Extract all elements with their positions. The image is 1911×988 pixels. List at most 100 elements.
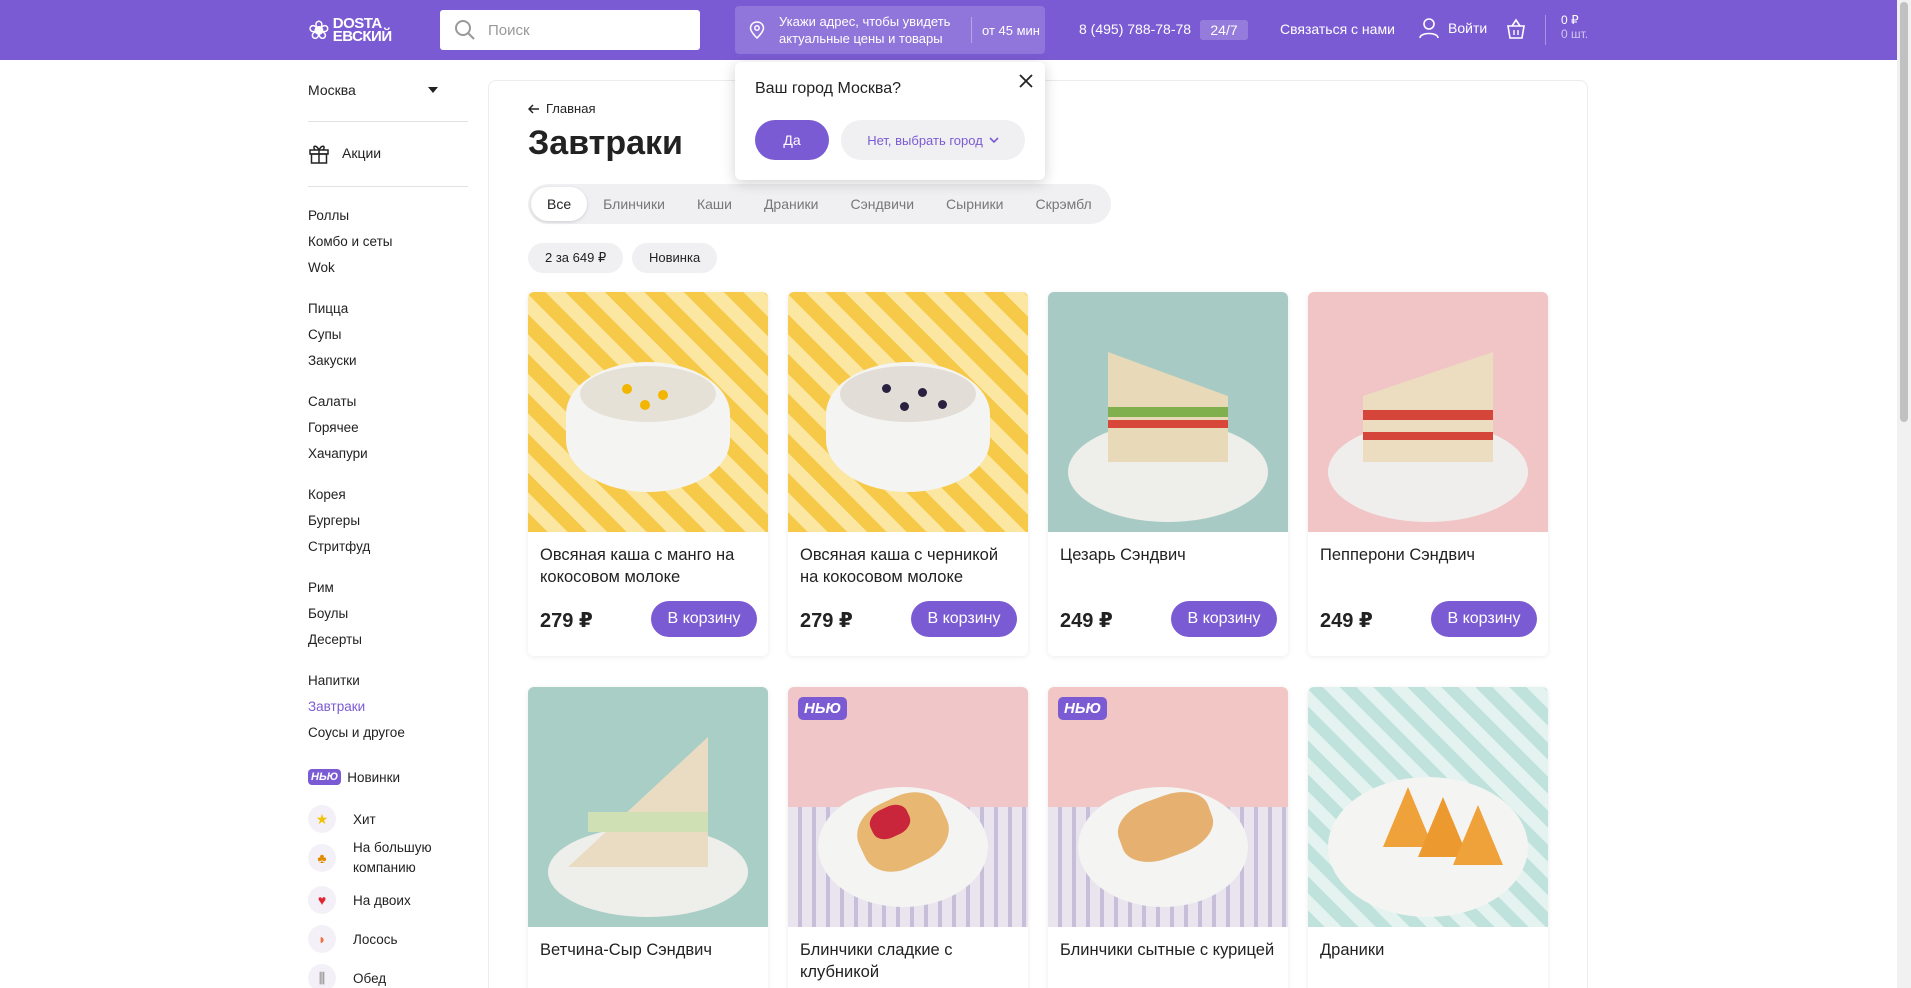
sidebar-item-hit[interactable]: ★ Хит	[308, 805, 376, 833]
sidebar-item-sauces[interactable]: Соусы и другое	[308, 720, 405, 746]
product-card[interactable]: Овсяная каша с манго на кокосовом молоке…	[528, 292, 768, 656]
logo[interactable]: ❀ DOSTA ЕВСКИЙ	[308, 14, 408, 46]
sidebar-item-hot[interactable]: Горячее	[308, 415, 368, 441]
new-badge: НЬЮ	[1058, 697, 1108, 720]
scrollbar[interactable]	[1897, 0, 1911, 988]
add-to-cart-button[interactable]: В корзину	[651, 601, 757, 637]
address-selector[interactable]: Укажи адрес, чтобы увидеть актуальные це…	[735, 6, 1045, 54]
phone-link[interactable]: 8 (495) 788-78-78	[1079, 21, 1191, 37]
search-box[interactable]	[440, 10, 700, 50]
hours-badge: 24/7	[1200, 20, 1248, 40]
nav-group: Салаты Горячее Хачапури	[308, 389, 368, 467]
sidebar-item-breakfast[interactable]: Завтраки	[308, 694, 405, 720]
tab-draniki[interactable]: Драники	[748, 187, 835, 221]
product-card[interactable]: Ветчина-Сыр Сэндвич	[528, 687, 768, 988]
divider	[1545, 15, 1546, 45]
search-icon	[455, 20, 475, 40]
sidebar-item-bowls[interactable]: Боулы	[308, 601, 362, 627]
product-card[interactable]: НЬЮ Блинчики сладкие с клубникой	[788, 687, 1028, 988]
sidebar-item-khachapuri[interactable]: Хачапури	[308, 441, 368, 467]
breadcrumb-back[interactable]: Главная	[528, 101, 595, 116]
cart-icon[interactable]	[1505, 18, 1527, 40]
product-name: Блинчики сладкие с клубникой	[800, 941, 953, 981]
product-name: Овсяная каша с черникой на кокосовом мол…	[800, 546, 999, 586]
product-image: НЬЮ	[1048, 687, 1288, 927]
arrow-left-icon	[528, 103, 539, 114]
sidebar-item-lunch[interactable]: ⫼ Обед	[308, 964, 386, 988]
heart-icon: ♥	[308, 886, 336, 914]
sidebar-item-streetfood[interactable]: Стритфуд	[308, 534, 370, 560]
add-to-cart-button[interactable]: В корзину	[911, 601, 1017, 637]
sidebar-item-rome[interactable]: Рим	[308, 575, 362, 601]
sidebar-item-pizza[interactable]: Пицца	[308, 296, 357, 322]
city-confirm-popup: Ваш город Москва? Да Нет, выбрать город	[735, 62, 1045, 180]
sidebar-item-big-company[interactable]: ♣ На большую компанию	[308, 838, 443, 878]
sidebar-item-new[interactable]: НЬЮ Новинки	[308, 769, 400, 785]
filter-chip-new[interactable]: Новинка	[632, 243, 718, 273]
add-to-cart-button[interactable]: В корзину	[1171, 601, 1277, 637]
cart-summary[interactable]: 0 ₽ 0 шт.	[1561, 13, 1588, 41]
scrollbar-thumb[interactable]	[1900, 2, 1908, 422]
search-input[interactable]	[488, 21, 688, 39]
sidebar-item-promo[interactable]: Акции	[308, 142, 381, 164]
product-card[interactable]: Пепперони Сэндвич 249 ₽ В корзину	[1308, 292, 1548, 656]
product-card[interactable]: Драники	[1308, 687, 1548, 988]
add-to-cart-button[interactable]: В корзину	[1431, 601, 1537, 637]
city-selector[interactable]: Москва	[308, 80, 438, 100]
product-price: 279 ₽	[800, 610, 853, 632]
sidebar-item-label: На большую компанию	[353, 840, 432, 875]
sidebar-item-salads[interactable]: Салаты	[308, 389, 368, 415]
gift-icon	[309, 145, 329, 164]
confirm-city-button[interactable]: Да	[755, 120, 829, 160]
sidebar-item-wok[interactable]: Wok	[308, 255, 392, 281]
nav-group: Пицца Супы Закуски	[308, 296, 357, 374]
sidebar-item-combo[interactable]: Комбо и сеты	[308, 229, 392, 255]
sidebar-item-drinks[interactable]: Напитки	[308, 668, 405, 694]
logo-mark-icon: ❀	[308, 15, 330, 45]
close-icon[interactable]	[1017, 72, 1035, 90]
category-tabs: Все Блинчики Каши Драники Сэндвичи Сырни…	[528, 184, 1111, 224]
sidebar-item-desserts[interactable]: Десерты	[308, 627, 362, 653]
product-image	[788, 292, 1028, 532]
tab-sandwiches[interactable]: Сэндвичи	[835, 187, 931, 221]
choose-city-button[interactable]: Нет, выбрать город	[841, 120, 1025, 160]
chevron-down-icon	[428, 87, 438, 93]
divider	[971, 17, 972, 43]
sidebar-item-soups[interactable]: Супы	[308, 322, 357, 348]
sidebar-item-label: Новинки	[347, 769, 401, 785]
login-button[interactable]: Войти	[1418, 17, 1487, 39]
new-badge: НЬЮ	[798, 697, 848, 720]
divider	[308, 186, 468, 187]
nav-group: Напитки Завтраки Соусы и другое	[308, 668, 405, 746]
tab-syrniki[interactable]: Сырники	[930, 187, 1019, 221]
product-card[interactable]: Овсяная каша с черникой на кокосовом мол…	[788, 292, 1028, 656]
chevron-down-icon	[989, 136, 999, 143]
product-name: Блинчики сытные с курицей	[1060, 941, 1275, 959]
filter-chip-2for649[interactable]: 2 за 649 ₽	[528, 243, 624, 273]
choose-city-label: Нет, выбрать город	[867, 132, 983, 148]
product-card[interactable]: НЬЮ Блинчики сытные с курицей	[1048, 687, 1288, 988]
sidebar-item-salmon[interactable]: ◗ Лосось	[308, 925, 398, 953]
sidebar-item-rolls[interactable]: Роллы	[308, 203, 392, 229]
city-label: Москва	[308, 82, 356, 98]
sidebar-item-snacks[interactable]: Закуски	[308, 348, 357, 374]
product-image: НЬЮ	[788, 687, 1028, 927]
sidebar-item-burgers[interactable]: Бургеры	[308, 508, 370, 534]
tab-pancakes[interactable]: Блинчики	[587, 187, 681, 221]
product-image	[1048, 292, 1288, 532]
sidebar-item-label: Обед	[353, 970, 387, 986]
contact-link[interactable]: Связаться с нами	[1280, 21, 1395, 37]
popup-question: Ваш город Москва?	[755, 80, 901, 97]
group-icon: ♣	[308, 844, 336, 872]
tab-scramble[interactable]: Скрэмбл	[1020, 187, 1108, 221]
product-card[interactable]: Цезарь Сэндвич 249 ₽ В корзину	[1048, 292, 1288, 656]
sidebar-item-korea[interactable]: Корея	[308, 482, 370, 508]
nav-group: Роллы Комбо и сеты Wok	[308, 203, 392, 281]
tab-all[interactable]: Все	[531, 187, 588, 221]
sidebar-item-for-two[interactable]: ♥ На двоих	[308, 886, 411, 914]
salmon-icon: ◗	[308, 925, 336, 953]
address-prompt: Укажи адрес, чтобы увидеть актуальные це…	[779, 14, 951, 46]
tab-porridge[interactable]: Каши	[681, 187, 748, 221]
page-title: Завтраки	[528, 124, 683, 162]
delivery-time: от 45 мин	[982, 22, 1040, 38]
